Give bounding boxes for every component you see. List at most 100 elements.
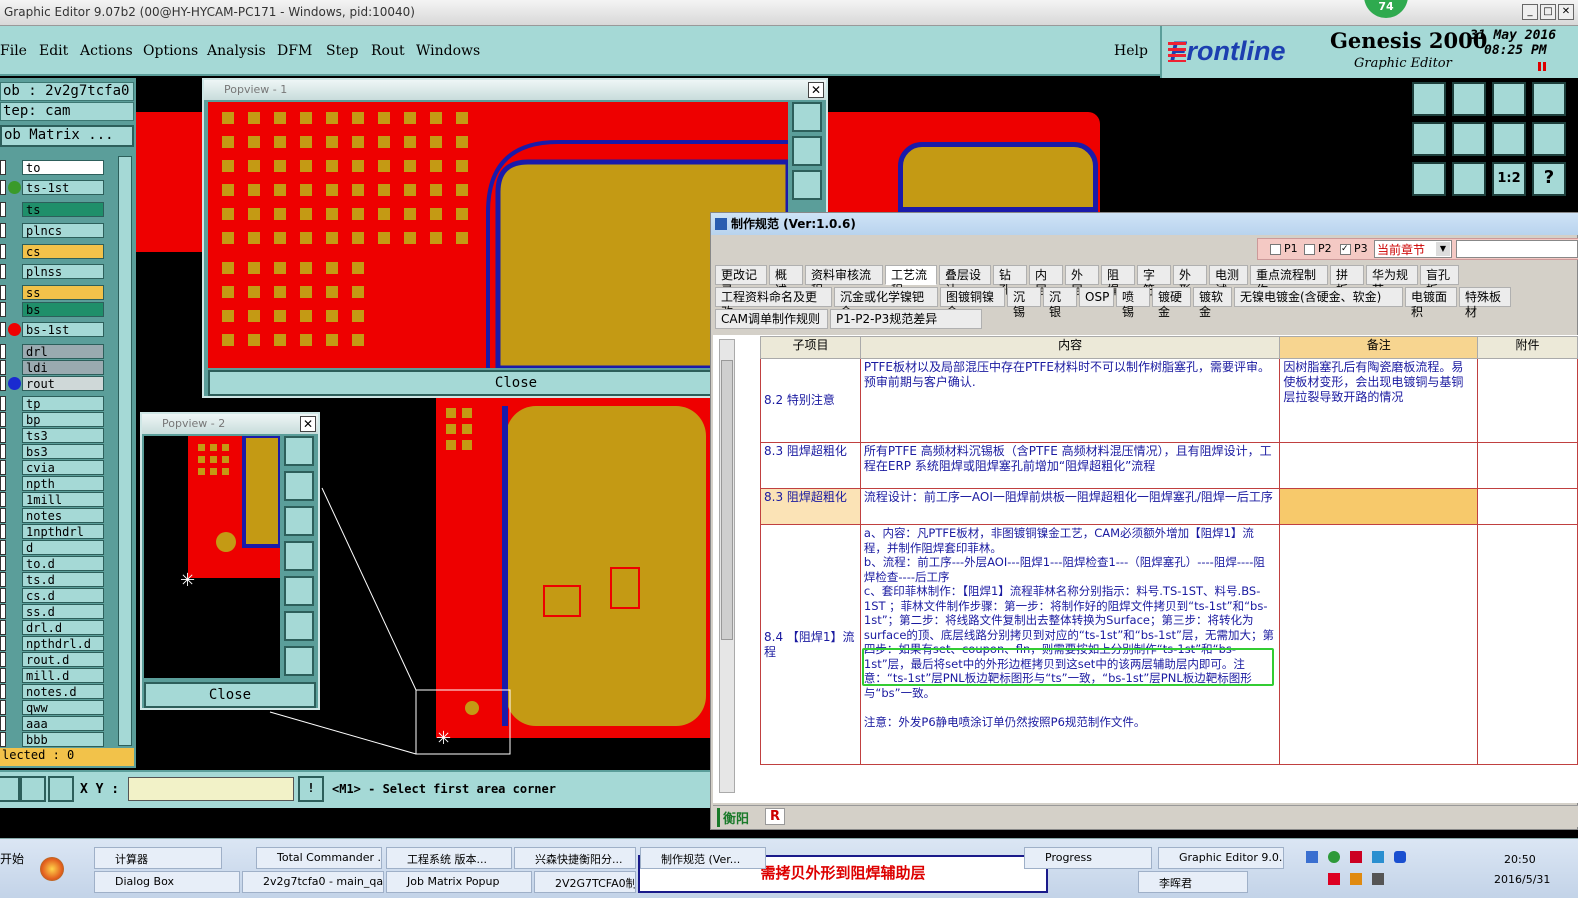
layer-item-ts[interactable]: ts: [22, 202, 104, 217]
layer-checkbox[interactable]: [0, 202, 6, 217]
view-step-icon[interactable]: [1532, 122, 1566, 156]
taskbar-button[interactable]: Progress: [1024, 847, 1152, 869]
tab-tabs_row2-3[interactable]: 沉锡: [1007, 287, 1041, 319]
footer-r-button[interactable]: R: [765, 808, 786, 825]
filter-p2-checkbox[interactable]: [1304, 244, 1315, 255]
layer-checkbox[interactable]: [0, 636, 6, 651]
popview-2-tool-7-icon[interactable]: [284, 646, 314, 676]
tab-tabs_row1-3[interactable]: 工艺流程: [885, 265, 937, 297]
layer-item-ldi[interactable]: ldi: [22, 360, 104, 375]
layer-checkbox[interactable]: [0, 428, 6, 443]
popview-2-tool-4-icon[interactable]: [284, 541, 314, 571]
tab-tabs_row2-1[interactable]: 沉金或化学镍钯金: [834, 287, 938, 319]
col-header-attach[interactable]: 附件: [1477, 336, 1578, 359]
popview-2-close-button[interactable]: Close: [144, 682, 316, 708]
tab-tabs_row1-10[interactable]: 外形: [1173, 265, 1207, 297]
filter-p3-checkbox[interactable]: ✓: [1340, 244, 1351, 255]
layer-item-bbb[interactable]: bbb: [22, 732, 104, 747]
menu-dfm[interactable]: DFM: [277, 43, 312, 59]
spec-vertical-scrollbar[interactable]: [719, 339, 735, 793]
layer-checkbox[interactable]: [0, 322, 6, 337]
tray-app-1-icon[interactable]: [1328, 851, 1340, 863]
layer-checkbox[interactable]: [0, 476, 6, 491]
tab-tabs_row1-2[interactable]: 资料审核流程: [805, 265, 883, 297]
layer-item-rout-d[interactable]: rout.d: [22, 652, 104, 667]
tab-tabs_row1-15[interactable]: 盲孔板: [1420, 265, 1459, 297]
layer-checkbox[interactable]: [0, 264, 6, 279]
tab-tabs_row2-7[interactable]: 镀硬金: [1152, 287, 1191, 319]
layer-item-bs3[interactable]: bs3: [22, 444, 104, 459]
start-button[interactable]: 开始: [0, 843, 30, 883]
layer-checkbox[interactable]: [0, 588, 6, 603]
layer-checkbox[interactable]: [0, 540, 6, 555]
layer-checkbox[interactable]: [0, 700, 6, 715]
layer-item-ss-d[interactable]: ss.d: [22, 604, 104, 619]
layer-scrollbar[interactable]: [118, 156, 132, 746]
layer-checkbox[interactable]: [0, 524, 6, 539]
popview-1-tool-1-icon[interactable]: [792, 102, 822, 132]
layer-checkbox[interactable]: [0, 412, 6, 427]
taskbar-button[interactable]: 李晖君: [1138, 871, 1248, 893]
clock-time[interactable]: 20:50: [1504, 853, 1536, 866]
layer-item-to-d[interactable]: to.d: [22, 556, 104, 571]
tab-tabs_row1-5[interactable]: 钻孔: [993, 265, 1027, 297]
layer-item-cs[interactable]: cs: [22, 244, 104, 259]
tab-tabs_row1-0[interactable]: 更改记录: [715, 265, 767, 297]
popview-2-tool-2-icon[interactable]: [284, 471, 314, 501]
tab-tabs_row2-10[interactable]: 电镀面积: [1405, 287, 1457, 319]
layer-checkbox[interactable]: [0, 223, 6, 238]
maximize-button[interactable]: □: [1540, 4, 1556, 20]
table-row[interactable]: 8.2 特别注意 PTFE板材以及局部混压中存在PTFE材料时不可以制作树脂塞孔…: [760, 358, 1578, 443]
layer-checkbox[interactable]: [0, 160, 6, 175]
view-home-icon[interactable]: [1412, 82, 1446, 116]
layer-checkbox[interactable]: [0, 344, 6, 359]
layer-checkbox[interactable]: [0, 684, 6, 699]
tray-app-2-icon[interactable]: [1350, 851, 1362, 863]
menu-step[interactable]: Step: [326, 43, 358, 59]
layer-item-aaa[interactable]: aaa: [22, 716, 104, 731]
tab-tabs_row1-4[interactable]: 叠层设计: [939, 265, 991, 297]
layer-checkbox[interactable]: [0, 604, 6, 619]
taskbar-button[interactable]: Dialog Box: [94, 871, 240, 893]
tab-tabs_row1-1[interactable]: 概述: [769, 265, 803, 297]
footer-tab-hengyang[interactable]: 衡阳: [717, 808, 752, 827]
tray-app-4-icon[interactable]: [1328, 873, 1340, 885]
layer-checkbox[interactable]: [0, 556, 6, 571]
view-down-icon[interactable]: [1452, 82, 1486, 116]
popview-2-tool-3-icon[interactable]: [284, 506, 314, 536]
scroll-thumb[interactable]: [721, 360, 733, 640]
layer-item-bs-1st[interactable]: bs-1st: [22, 322, 104, 337]
tray-network-icon[interactable]: [1306, 851, 1318, 863]
col-header-content[interactable]: 内容: [859, 336, 1281, 359]
cmd-tool-2-icon[interactable]: [20, 776, 46, 802]
layer-checkbox[interactable]: [0, 376, 6, 391]
menu-options[interactable]: Options: [143, 43, 198, 59]
zoom-fit-icon[interactable]: [1412, 162, 1446, 196]
layer-item-d[interactable]: d: [22, 540, 104, 555]
taskbar-button[interactable]: 制作规范 (Ver...: [640, 847, 766, 869]
taskbar-button[interactable]: Job Matrix Popup: [386, 871, 532, 893]
layer-item-ss[interactable]: ss: [22, 285, 104, 300]
menu-analysis[interactable]: Analysis: [207, 43, 266, 59]
layer-item-ts3[interactable]: ts3: [22, 428, 104, 443]
layer-item-plncs[interactable]: plncs: [22, 223, 104, 238]
job-matrix-button[interactable]: ob Matrix ...: [0, 125, 134, 147]
layer-item-drl[interactable]: drl: [22, 344, 104, 359]
tab-tabs_row1-12[interactable]: 重点流程制作: [1250, 265, 1328, 297]
chapter-select[interactable]: 当前章节 ▼: [1374, 240, 1452, 258]
layer-checkbox[interactable]: [0, 572, 6, 587]
col-header-sub[interactable]: 子项目: [760, 336, 861, 359]
minimize-button[interactable]: _: [1522, 4, 1538, 20]
start-orb-icon[interactable]: [40, 857, 64, 881]
tab-tabs_row1-9[interactable]: 字符: [1137, 265, 1171, 297]
tab-tabs_row1-8[interactable]: 阻焊: [1101, 265, 1135, 297]
filter-p1-checkbox[interactable]: [1270, 244, 1281, 255]
tab-tabs_row2-5[interactable]: OSP: [1079, 287, 1114, 307]
cmd-tool-1-icon[interactable]: [0, 776, 20, 802]
layer-checkbox[interactable]: [0, 732, 6, 747]
layer-item-1npthdrl[interactable]: 1npthdrl: [22, 524, 104, 539]
layer-item-bp[interactable]: bp: [22, 412, 104, 427]
tray-app-3-icon[interactable]: [1372, 851, 1384, 863]
layer-checkbox[interactable]: [0, 652, 6, 667]
tab-tabs_row2-0[interactable]: 工程资料命名及更改: [715, 287, 832, 319]
